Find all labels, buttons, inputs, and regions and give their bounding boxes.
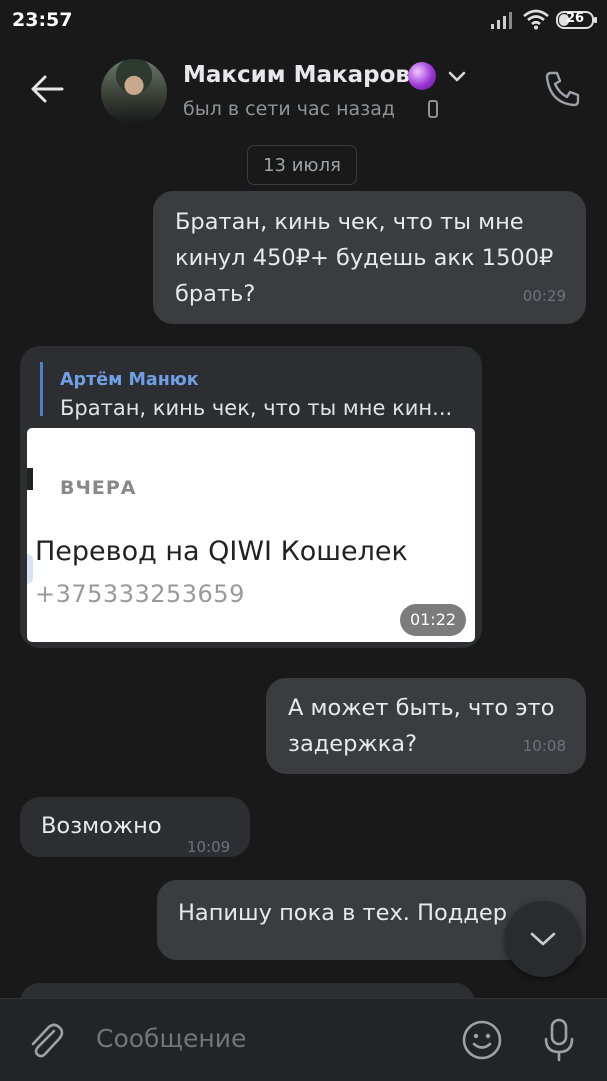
image-fragment — [27, 468, 33, 490]
message-bubble-incoming[interactable]: Артём Манюк Братан, кинь чек, что ты мне… — [20, 346, 482, 648]
battery-icon: 26 — [556, 10, 598, 30]
mobile-device-icon — [428, 100, 438, 118]
microphone-icon[interactable] — [540, 1017, 578, 1063]
message-input[interactable] — [96, 1024, 436, 1053]
image-fragment — [27, 554, 33, 584]
message-text: Братан, кинь чек, что ты мне кинул 450₽+… — [175, 209, 554, 307]
message-time: 10:09 — [187, 838, 231, 856]
contact-name[interactable]: Максим Макаров — [183, 62, 410, 88]
image-title: Перевод на QIWI Кошелек — [35, 536, 408, 567]
composer-bar — [0, 998, 607, 1081]
image-day-label: ВЧЕРА — [60, 477, 137, 499]
message-bubble-outgoing[interactable]: А может быть, что это задержка? 10:08 — [266, 678, 586, 774]
scroll-down-button[interactable] — [505, 901, 581, 977]
message-time: 01:22 — [400, 604, 466, 636]
arrow-left-icon[interactable] — [28, 70, 66, 108]
message-bubble-outgoing[interactable]: Братан, кинь чек, что ты мне кинул 450₽+… — [153, 191, 586, 324]
reply-indicator — [40, 362, 43, 416]
smiley-icon[interactable] — [461, 1019, 503, 1061]
contact-status: был в сети час назад — [183, 98, 396, 120]
chevron-down-icon[interactable] — [448, 70, 466, 84]
status-time: 23:57 — [12, 9, 73, 31]
message-bubble-incoming[interactable]: Возможно 10:09 — [20, 797, 250, 857]
image-number: +375333253659 — [35, 580, 245, 608]
battery-level: 26 — [566, 11, 585, 26]
message-time: 00:29 — [522, 287, 566, 305]
wifi-icon — [523, 9, 549, 30]
paperclip-icon[interactable] — [26, 1019, 66, 1061]
attached-image[interactable]: ВЧЕРА Перевод на QIWI Кошелек +375333253… — [27, 428, 475, 642]
crystal-ball-icon — [408, 62, 436, 90]
avatar[interactable] — [101, 59, 167, 125]
chevron-down-icon — [530, 932, 556, 946]
reply-text[interactable]: Братан, кинь чек, что ты мне кин... — [60, 390, 452, 426]
date-separator: 13 июля — [247, 145, 357, 185]
phone-icon[interactable] — [542, 69, 582, 109]
message-time: 10:08 — [522, 737, 566, 755]
signal-icon — [491, 12, 512, 29]
